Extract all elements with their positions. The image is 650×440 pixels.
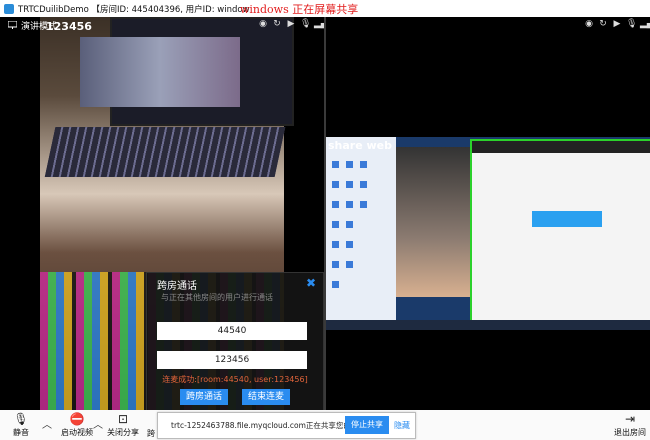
exit-icon: ⇥ xyxy=(624,412,636,426)
desktop-icon xyxy=(346,161,353,168)
shared-chat-window xyxy=(470,139,650,323)
shared-video-thumbnail xyxy=(396,147,470,297)
camera-laptop-screen xyxy=(80,37,240,107)
camera-icon[interactable]: ◉ xyxy=(258,19,268,29)
screen-share-bar: trtc-1252463788.file.myqcloud.com正在共享您的屏… xyxy=(157,412,416,439)
camera-icon[interactable]: ◉ xyxy=(584,19,594,29)
chevron-up-icon[interactable]: ︿ xyxy=(93,416,103,431)
dialog-subtitle: 与正在其他房间的用户进行通话 xyxy=(161,293,273,302)
dialog-title: 跨房通话 xyxy=(157,281,197,292)
share-web-label: share web xyxy=(328,139,393,152)
desktop-icon xyxy=(360,161,367,168)
start-video-button[interactable]: ⛔ 启动视频 xyxy=(56,413,98,438)
video-stage: 演讲模式 123456 ◉ ↻ ▶ 🎙 ▂▄▆ ◉ ↻ ▶ 🎙 ▂▄▆ xyxy=(0,17,650,410)
desktop-icon xyxy=(332,181,339,188)
remote-video-pane: ◉ ↻ ▶ 🎙 ▂▄▆ xyxy=(326,17,650,410)
desktop-icon xyxy=(360,181,367,188)
stop-share-label: 关闭分享 xyxy=(107,428,139,437)
local-status-icons: ◉ ↻ ▶ 🎙 ▂▄▆ xyxy=(258,19,324,29)
mute-button[interactable]: 🎙 静音 xyxy=(4,413,38,438)
room-id-input[interactable] xyxy=(157,322,307,340)
desktop-icon xyxy=(346,201,353,208)
remote-status-icons: ◉ ↻ ▶ 🎙 ▂▄▆ xyxy=(584,19,650,29)
video-icon[interactable]: ▶ xyxy=(286,19,296,29)
mic-icon[interactable]: 🎙 xyxy=(300,19,311,29)
cross-room-dialog: 跨房通话 ✖ 与正在其他房间的用户进行通话 连麦成功:[room:44540, … xyxy=(146,272,324,412)
desktop-icon xyxy=(332,241,339,248)
presentation-icon xyxy=(8,21,17,29)
desktop-icon xyxy=(332,221,339,228)
shared-chat-bubble xyxy=(532,211,602,227)
desktop-icon xyxy=(332,281,339,288)
close-icon[interactable]: ✖ xyxy=(306,276,316,290)
user-id-input[interactable] xyxy=(157,351,307,369)
end-connection-button[interactable]: 结束连麦 xyxy=(242,389,290,405)
start-video-label: 启动视频 xyxy=(61,428,93,437)
stop-sharing-button[interactable]: 停止共享 xyxy=(345,416,389,434)
camera-laptop-keys xyxy=(44,127,286,177)
window-title: TRTCDuilibDemo 【房间ID: 445404396, 用户ID: w… xyxy=(18,4,250,15)
video-off-icon: ⛔ xyxy=(69,412,85,426)
chevron-up-icon[interactable]: ︿ xyxy=(42,416,52,431)
screen-share-notice: windows 正在屏幕共享 xyxy=(240,3,359,16)
mic-icon: 🎙 xyxy=(13,412,29,426)
desktop-icon xyxy=(346,241,353,248)
connection-status: 连麦成功:[room:44540, user:123456] xyxy=(162,375,308,384)
screen-share-bar-text: trtc-1252463788.file.myqcloud.com正在共享您的屏… xyxy=(171,421,374,430)
exit-room-button[interactable]: ⇥ 退出房间 xyxy=(612,413,648,438)
desktop-icon xyxy=(360,201,367,208)
desktop-icon xyxy=(332,201,339,208)
desktop-icon xyxy=(332,161,339,168)
desktop-icon xyxy=(332,261,339,268)
desktop-icon xyxy=(346,181,353,188)
refresh-icon[interactable]: ↻ xyxy=(272,19,282,29)
refresh-icon[interactable]: ↻ xyxy=(598,19,608,29)
partial-toolbar-label: 跨 xyxy=(147,429,155,438)
app-icon xyxy=(4,3,14,14)
cross-room-call-button[interactable]: 跨房通话 xyxy=(180,389,228,405)
desktop-icon xyxy=(346,261,353,268)
exit-room-label: 退出房间 xyxy=(614,428,646,437)
mic-icon[interactable]: 🎙 xyxy=(626,19,637,29)
signal-icon: ▂▄▆ xyxy=(314,19,324,29)
hide-button[interactable]: 隐藏 xyxy=(394,420,410,431)
video-icon[interactable]: ▶ xyxy=(612,19,622,29)
desktop-icon xyxy=(346,221,353,228)
local-user-id: 123456 xyxy=(46,20,92,33)
screen-share-icon: ⊡ xyxy=(117,412,129,426)
shared-desktop xyxy=(326,137,396,330)
signal-icon: ▂▄▆ xyxy=(640,19,650,29)
stop-share-button[interactable]: ⊡ 关闭分享 xyxy=(106,413,140,438)
mute-label: 静音 xyxy=(13,428,29,437)
shared-chat-titlebar xyxy=(472,141,650,153)
shared-screen: share web xyxy=(326,137,650,330)
shared-taskbar xyxy=(326,320,650,330)
